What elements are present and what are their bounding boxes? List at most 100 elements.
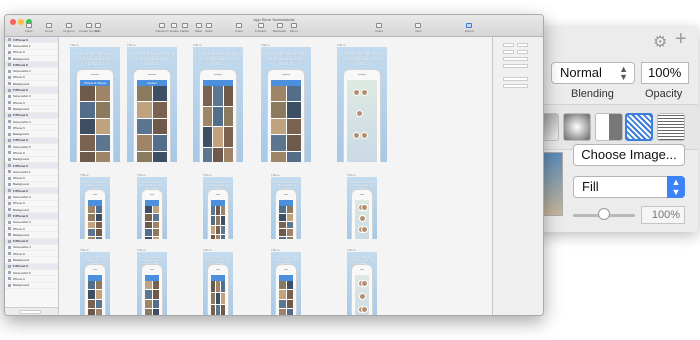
photo-tile bbox=[152, 86, 167, 102]
height-field[interactable] bbox=[517, 50, 528, 54]
phone-screen bbox=[210, 200, 226, 239]
folder-icon bbox=[8, 63, 11, 67]
toolbar-cloud-button[interactable]: Cloud bbox=[375, 23, 383, 33]
layer-icon bbox=[8, 170, 11, 174]
toolbar-flatten-button[interactable]: Flatten bbox=[180, 23, 189, 33]
noise-fill-icon[interactable] bbox=[657, 113, 685, 141]
toolbar-transform-button[interactable]: Transform bbox=[155, 23, 169, 33]
layer-icon bbox=[8, 201, 11, 205]
iphone-mockup bbox=[140, 189, 164, 239]
artboard[interactable]: This is the third thing you'll say about… bbox=[203, 252, 233, 315]
toolbar-export-button[interactable]: Export bbox=[465, 23, 474, 33]
photo-tile bbox=[87, 213, 95, 221]
photo-tile bbox=[271, 86, 286, 102]
toolbar-backward-button[interactable]: Backward bbox=[273, 23, 286, 33]
rotation-field[interactable] bbox=[503, 57, 528, 61]
artboard[interactable]: This is the fourth thing you'll say abou… bbox=[271, 177, 301, 239]
layer-icon bbox=[8, 44, 11, 48]
opacity-field[interactable] bbox=[503, 77, 528, 81]
layer-row[interactable]: Background bbox=[5, 283, 58, 289]
artboard[interactable]: This is the first thing you'll say about… bbox=[80, 177, 110, 239]
position-x-field[interactable] bbox=[503, 43, 514, 47]
photo-tile bbox=[152, 213, 160, 221]
canvas[interactable]: This is This is the first thing you'll sa… bbox=[60, 37, 492, 315]
toolbar-forward-button[interactable]: Forward bbox=[255, 23, 266, 33]
photo-tile bbox=[87, 206, 95, 213]
iphone-mockup: Cluster bbox=[133, 69, 171, 162]
phone-speaker bbox=[149, 269, 155, 270]
toolbar-mask-button[interactable]: Mask bbox=[195, 23, 202, 33]
angular-gradient-fill-icon[interactable] bbox=[595, 113, 623, 141]
avatar bbox=[361, 204, 369, 212]
artboard[interactable]: This is the fourth thing you'll say abou… bbox=[261, 47, 311, 162]
width-field[interactable] bbox=[503, 50, 514, 54]
view-icon bbox=[415, 23, 422, 28]
resizing-field[interactable] bbox=[503, 64, 528, 68]
photo-tile bbox=[80, 135, 95, 151]
layer-icon bbox=[8, 126, 11, 130]
artboard[interactable]: This is the third thing you'll say about… bbox=[203, 177, 233, 239]
scale-icon bbox=[205, 23, 212, 28]
toolbar-scale-button[interactable]: Scale bbox=[205, 23, 213, 33]
inspector-panel bbox=[492, 37, 543, 315]
toolbar-insert-button[interactable]: Insert bbox=[25, 23, 33, 33]
toolbar-rotate-button[interactable]: Rotate bbox=[170, 23, 179, 33]
artboard[interactable]: This is the first thing you'll say about… bbox=[80, 252, 110, 315]
artboard[interactable]: This is the fifth thing you'll say about… bbox=[347, 177, 377, 239]
layer-name: iPhone 6 bbox=[13, 150, 25, 155]
opacity-input[interactable]: 100% bbox=[641, 62, 689, 84]
photo-tile bbox=[95, 213, 103, 221]
layer-name: Screenshot 4 bbox=[13, 119, 31, 124]
fill-mode-select[interactable]: Fill ▲ ▼ bbox=[573, 176, 685, 198]
backward-icon bbox=[276, 23, 283, 28]
artboard[interactable]: This is the fourth thing you'll say abou… bbox=[271, 252, 301, 315]
phone-speaker bbox=[359, 269, 365, 270]
layer-name: Background bbox=[13, 56, 30, 61]
layer-name: Screenshot 1 bbox=[13, 43, 31, 48]
radial-gradient-fill-icon[interactable] bbox=[563, 113, 591, 141]
blending-select[interactable]: Normal ▲ ▼ bbox=[551, 62, 635, 84]
toolbar-label: Rotate bbox=[170, 29, 179, 33]
photo-tile bbox=[221, 292, 226, 304]
photo-tile bbox=[286, 102, 301, 118]
artboard[interactable]: This is the third thing you'll say about… bbox=[193, 47, 243, 162]
photo-tile bbox=[152, 229, 160, 237]
layer-name: iPhone 6 bbox=[13, 50, 25, 55]
toolbar-edit-button[interactable]: Edit bbox=[95, 23, 101, 33]
iphone-mockup bbox=[274, 189, 298, 239]
photo-tile bbox=[286, 221, 294, 229]
position-y-field[interactable] bbox=[517, 43, 528, 47]
choose-image-button[interactable]: Choose Image... bbox=[573, 144, 685, 166]
toolbar-view-button[interactable]: View bbox=[415, 23, 421, 33]
pattern-fill-icon[interactable] bbox=[625, 113, 653, 141]
toolbar-group-button[interactable]: Group bbox=[45, 23, 53, 33]
add-icon[interactable]: + bbox=[675, 28, 687, 51]
photo-grid bbox=[137, 86, 167, 162]
photo-tile bbox=[210, 206, 215, 215]
artboard[interactable]: This is the second thing you'll say abou… bbox=[137, 177, 167, 239]
image-opacity-slider-knob[interactable] bbox=[598, 208, 610, 220]
artboard[interactable]: This is the second thing you'll say abou… bbox=[137, 252, 167, 315]
artboard[interactable]: This is the fifth thing you'll say about… bbox=[337, 47, 387, 162]
layers-search-input[interactable] bbox=[19, 310, 41, 314]
layer-name: Screenshot 1 bbox=[13, 169, 31, 174]
photo-tile bbox=[215, 281, 221, 292]
phone-speaker bbox=[283, 194, 289, 195]
artboard[interactable]: This is the fifth thing you'll say about… bbox=[347, 252, 377, 315]
iphone-mockup bbox=[199, 69, 237, 162]
gear-icon[interactable]: ⚙ bbox=[653, 32, 667, 52]
photo-tile bbox=[152, 206, 160, 213]
image-opacity-input[interactable]: 100% bbox=[641, 206, 685, 224]
layer-icon bbox=[8, 132, 11, 136]
artboard[interactable]: This is the second thing you'll say abou… bbox=[127, 47, 177, 162]
toolbar-mirror-button[interactable]: Mirror bbox=[290, 23, 298, 33]
artboard[interactable]: This is the first thing you'll say about… bbox=[70, 47, 120, 162]
photo-tile bbox=[286, 151, 301, 162]
phone-screen bbox=[203, 80, 233, 162]
layers-footer bbox=[5, 307, 58, 315]
photo-tile bbox=[152, 118, 167, 135]
toolbar-ungroup-button[interactable]: Ungroup bbox=[63, 23, 75, 33]
toolbar-union-button[interactable]: Union bbox=[235, 23, 243, 33]
blending-field[interactable] bbox=[503, 84, 528, 88]
chevron-updown-icon: ▲ ▼ bbox=[667, 176, 685, 198]
